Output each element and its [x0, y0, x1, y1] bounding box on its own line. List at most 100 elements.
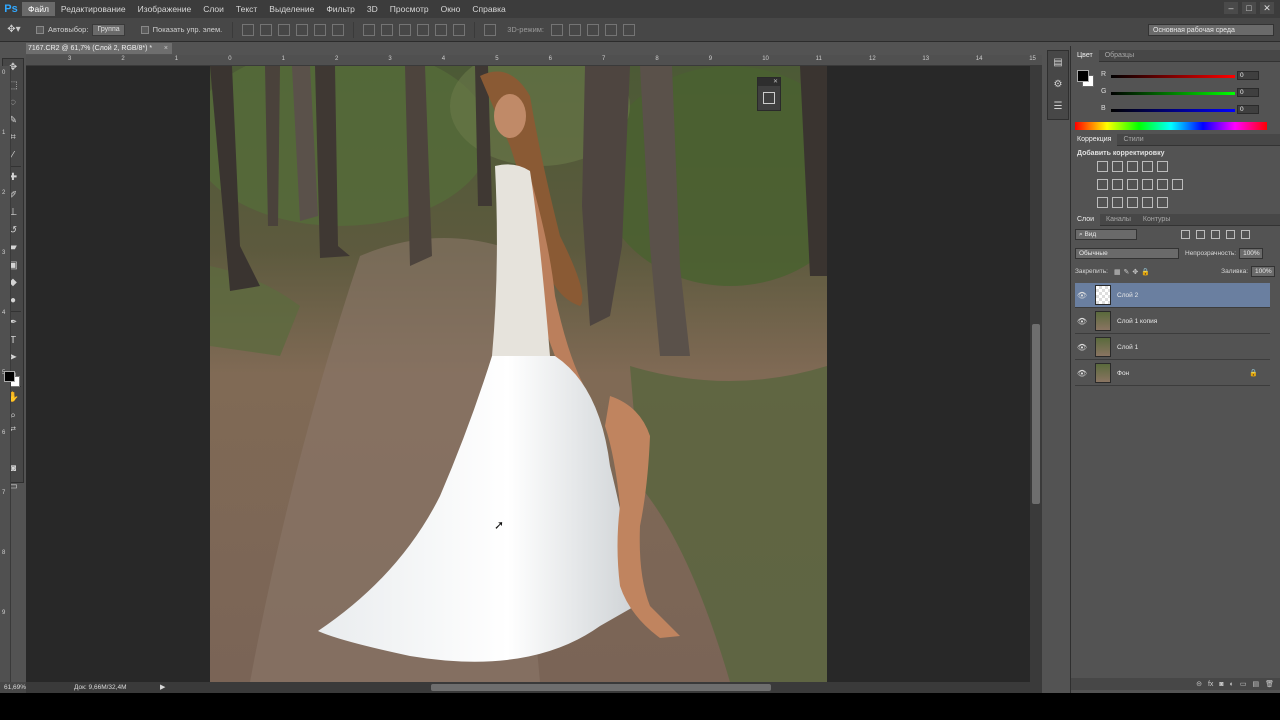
threshold-icon[interactable] — [1127, 197, 1138, 208]
gradient-map-icon[interactable] — [1142, 197, 1153, 208]
fill-input[interactable]: 100% — [1251, 266, 1275, 277]
green-channel-slider[interactable] — [1111, 92, 1235, 95]
tab-paths[interactable]: Контуры — [1137, 214, 1176, 226]
horizontal-scroll-thumb[interactable] — [431, 684, 771, 691]
layer-name[interactable]: Слой 1 копия — [1117, 318, 1157, 325]
selective-color-icon[interactable] — [1157, 197, 1168, 208]
filter-type-icon[interactable] — [1211, 230, 1220, 239]
blue-channel-slider[interactable] — [1111, 109, 1235, 112]
new-adjustment-layer-icon[interactable]: ◐ — [1230, 681, 1234, 688]
3d-pan-icon[interactable] — [587, 23, 600, 36]
brightness-icon[interactable] — [1097, 161, 1108, 172]
layer-name[interactable]: Слой 2 — [1117, 292, 1138, 299]
ruler-horizontal[interactable]: 3 2 1 0 1 2 3 4 5 6 7 8 9 10 11 12 13 14 15 — [26, 55, 1042, 66]
layer-name[interactable]: Фон — [1117, 370, 1129, 377]
document-tab[interactable]: 7167.CR2 @ 61,7% (Слой 2, RGB/8*) * × — [26, 43, 172, 54]
maximize-button[interactable]: □ — [1242, 2, 1256, 14]
black-white-icon[interactable] — [1127, 179, 1138, 190]
align-hcenter-icon[interactable] — [314, 23, 327, 36]
panel-foreground-swatch[interactable] — [1077, 70, 1089, 82]
info-panel-icon[interactable] — [763, 92, 775, 104]
tab-adjustments[interactable]: Коррекция — [1071, 133, 1118, 146]
filter-adjustment-icon[interactable] — [1196, 230, 1205, 239]
show-transform-checkbox[interactable] — [140, 25, 149, 34]
color-spectrum-ramp[interactable] — [1075, 122, 1267, 130]
distribute-top-icon[interactable] — [363, 23, 376, 36]
history-panel-icon[interactable]: ▤ — [1048, 51, 1068, 73]
properties-panel-icon[interactable]: ☰ — [1048, 95, 1068, 117]
posterize-icon[interactable] — [1112, 197, 1123, 208]
link-layers-icon[interactable]: ⊝ — [1196, 680, 1202, 688]
delete-layer-icon[interactable]: 🗑 — [1265, 680, 1274, 688]
tab-channels[interactable]: Каналы — [1100, 214, 1137, 226]
menu-window[interactable]: Окно — [435, 2, 467, 16]
minimize-button[interactable]: – — [1224, 2, 1238, 14]
menu-view[interactable]: Просмотр — [384, 2, 435, 16]
menu-file[interactable]: Файл — [22, 2, 55, 16]
tab-swatches[interactable]: Образцы — [1099, 50, 1140, 62]
tab-styles[interactable]: Стили — [1117, 134, 1149, 146]
add-mask-icon[interactable]: ◙ — [1219, 681, 1223, 688]
distribute-bottom-icon[interactable] — [399, 23, 412, 36]
tab-color[interactable]: Цвет — [1071, 49, 1099, 62]
blue-channel-value[interactable]: 0 — [1237, 105, 1259, 114]
document-photo[interactable] — [210, 66, 827, 682]
mini-panel-close-icon[interactable]: ✕ — [758, 78, 780, 86]
curves-icon[interactable] — [1127, 161, 1138, 172]
3d-slide-icon[interactable] — [605, 23, 618, 36]
autoselect-checkbox[interactable] — [36, 25, 44, 34]
layer-name[interactable]: Слой 1 — [1117, 344, 1138, 351]
auto-align-icon[interactable] — [484, 23, 497, 36]
align-top-icon[interactable] — [242, 23, 255, 36]
layer-row[interactable]: 👁 Слой 1 копия — [1075, 309, 1270, 334]
tab-layers[interactable]: Слои — [1071, 213, 1101, 226]
menu-image[interactable]: Изображение — [132, 2, 198, 16]
add-layer-style-icon[interactable]: fx — [1208, 681, 1213, 688]
move-tool-preset-icon[interactable]: ✥▾ — [0, 21, 28, 39]
align-left-icon[interactable] — [296, 23, 309, 36]
foreground-color-swatch[interactable] — [4, 371, 15, 382]
3d-roll-icon[interactable] — [569, 23, 582, 36]
lock-icons[interactable]: ▦✎✥🔒 — [1114, 268, 1153, 276]
layer-filter-dropdown[interactable]: ⌕ Вид — [1075, 229, 1137, 240]
zoom-level[interactable]: 61,69% — [4, 684, 26, 691]
canvas-area[interactable]: ➚ — [26, 66, 1030, 682]
visibility-eye-icon[interactable]: 👁 — [1075, 369, 1089, 378]
visibility-eye-icon[interactable]: 👁 — [1075, 343, 1089, 352]
opacity-input[interactable]: 100% — [1239, 248, 1264, 259]
color-lookup-icon[interactable] — [1172, 179, 1183, 190]
autoselect-dropdown[interactable]: Группа — [92, 23, 125, 36]
vertical-scrollbar[interactable] — [1030, 66, 1042, 682]
distribute-hcenter-icon[interactable] — [435, 23, 448, 36]
blend-mode-dropdown[interactable]: Обычные — [1075, 248, 1179, 259]
exposure-icon[interactable] — [1142, 161, 1153, 172]
red-channel-slider[interactable] — [1111, 75, 1235, 78]
menu-type[interactable]: Текст — [230, 2, 263, 16]
layer-row[interactable]: 👁 Слой 2 — [1075, 283, 1270, 308]
photo-filter-icon[interactable] — [1142, 179, 1153, 190]
filter-pixel-icon[interactable] — [1181, 230, 1190, 239]
3d-rotate-icon[interactable] — [551, 23, 564, 36]
menu-help[interactable]: Справка — [466, 2, 511, 16]
menu-select[interactable]: Выделение — [263, 2, 320, 16]
color-balance-icon[interactable] — [1112, 179, 1123, 190]
hue-saturation-icon[interactable] — [1097, 179, 1108, 190]
distribute-left-icon[interactable] — [417, 23, 430, 36]
status-menu-arrow-icon[interactable]: ▶ — [160, 683, 165, 691]
layer-row[interactable]: 👁 Фон 🔒 — [1075, 361, 1270, 386]
distribute-vcenter-icon[interactable] — [381, 23, 394, 36]
new-group-icon[interactable]: ▭ — [1240, 680, 1247, 688]
distribute-right-icon[interactable] — [453, 23, 466, 36]
workspace-dropdown[interactable]: Основная рабочая среда — [1148, 24, 1274, 36]
layer-row[interactable]: 👁 Слой 1 — [1075, 335, 1270, 360]
invert-icon[interactable] — [1097, 197, 1108, 208]
align-vcenter-icon[interactable] — [260, 23, 273, 36]
vertical-scroll-thumb[interactable] — [1032, 324, 1040, 504]
horizontal-scrollbar[interactable] — [26, 682, 1042, 693]
visibility-eye-icon[interactable]: 👁 — [1075, 317, 1089, 326]
filter-shape-icon[interactable] — [1226, 230, 1235, 239]
red-channel-value[interactable]: 0 — [1237, 71, 1259, 80]
align-right-icon[interactable] — [332, 23, 345, 36]
mini-floating-panel[interactable]: ✕ — [757, 77, 781, 111]
3d-scale-icon[interactable] — [623, 23, 636, 36]
